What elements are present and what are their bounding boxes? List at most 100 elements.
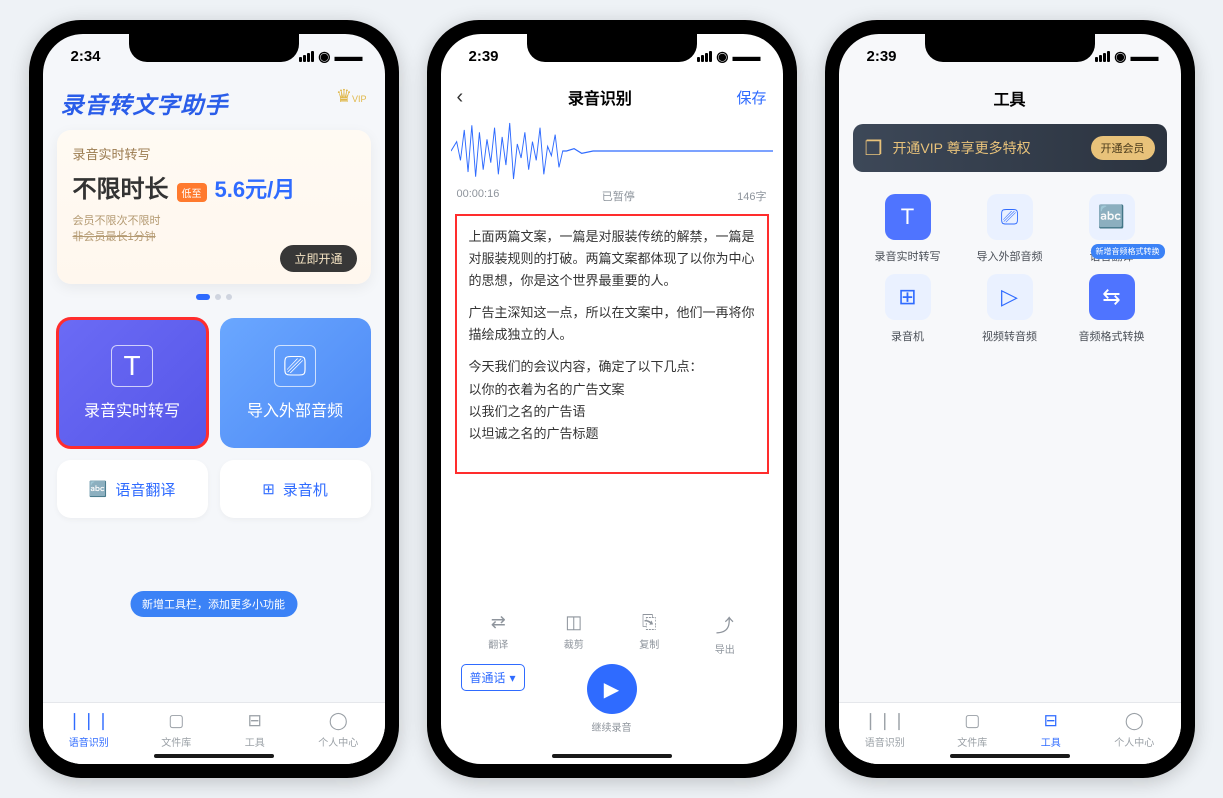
signal-icon <box>1095 51 1110 62</box>
wifi-icon: ◉ <box>318 48 330 65</box>
wifi-icon: ◉ <box>716 48 728 65</box>
tool-video2audio[interactable]: ▷ 视频转音频 <box>963 274 1057 344</box>
signal-icon <box>697 51 712 62</box>
home-indicator[interactable] <box>950 754 1070 758</box>
language-selector[interactable]: 普通话 ▾ <box>461 664 525 691</box>
nav-bar: ‹ 录音识别 保存 <box>441 78 783 116</box>
promo-note2: 非会员最长1分钟 <box>73 231 156 243</box>
action-toolbar: ⇄翻译 ◫裁剪 ⎘复制 ⤴导出 <box>441 604 783 656</box>
time-bar: 00:00:16 已暂停 146字 <box>441 188 783 204</box>
home-indicator[interactable] <box>154 754 274 758</box>
tab-profile[interactable]: ◯个人中心 <box>1114 711 1154 749</box>
transcript-p5: 以我们之名的广告语 <box>469 401 755 423</box>
tab-files[interactable]: ▢文件库 <box>957 711 987 749</box>
phone-recognition: 2:39➤ ◉ ▬▬ ‹ 录音识别 保存 00:00:16 已暂停 146 <box>427 20 797 778</box>
promo-card[interactable]: 录音实时转写 不限时长 低至 5.6元/月 会员不限次不限时 非会员最长1分钟 … <box>57 130 371 284</box>
new-badge: 新增音频格式转换 <box>1091 244 1165 259</box>
battery-icon: ▬▬ <box>335 48 363 64</box>
back-button[interactable]: ‹ <box>457 86 464 109</box>
transcript-p2: 广告主深知这一点，所以在文案中，他们一再将你描绘成独立的人。 <box>469 302 755 346</box>
vip-banner[interactable]: ❐ 开通VIP 尊享更多特权 开通会员 <box>853 124 1167 172</box>
activate-button[interactable]: 立即开通 <box>280 245 356 272</box>
translate-action[interactable]: ⇄翻译 <box>488 612 508 656</box>
tool-audio-convert[interactable]: ⇆ 音频格式转换 <box>1065 274 1159 344</box>
nav-title: 录音识别 <box>568 85 632 109</box>
notch <box>129 34 299 62</box>
profile-icon: ◯ <box>1123 711 1145 731</box>
play-caption: 继续录音 <box>592 719 632 734</box>
tab-files[interactable]: ▢文件库 <box>161 711 191 749</box>
voice-translate-card[interactable]: 🔤 语音翻译 <box>57 460 208 518</box>
copy-icon: ⎘ <box>642 612 656 633</box>
recorder-label: 录音机 <box>283 479 328 500</box>
import-icon: ⎚ <box>987 194 1033 240</box>
tools-icon: ⊟ <box>244 711 266 731</box>
crop-action[interactable]: ◫裁剪 <box>564 612 584 656</box>
import-icon: ⎚ <box>274 345 316 387</box>
translate-icon: ⇄ <box>491 612 506 633</box>
tool-recorder[interactable]: ⊞ 录音机 <box>861 274 955 344</box>
home-indicator[interactable] <box>552 754 672 758</box>
battery-icon: ▬▬ <box>1131 48 1159 64</box>
tab-tools[interactable]: ⊟工具 <box>1040 711 1062 749</box>
phone-home: 2:34➤ ◉ ▬▬ 录音转文字助手 ♛VIP 录音实时转写 不限时长 低至 5… <box>29 20 399 778</box>
new-feature-pill[interactable]: 新增工具栏，添加更多小功能 <box>130 591 297 617</box>
profile-icon: ◯ <box>327 711 349 731</box>
promo-badge: 低至 <box>177 183 207 202</box>
language-label: 普通话 <box>470 669 506 686</box>
page-title: 工具 <box>839 78 1181 118</box>
vip-card-icon: ❐ <box>865 136 883 161</box>
app-title: 录音转文字助手 <box>61 86 229 120</box>
vip-crown-icon[interactable]: ♛VIP <box>336 86 367 107</box>
notch <box>925 34 1095 62</box>
import-label: 导入外部音频 <box>247 397 343 421</box>
export-action[interactable]: ⤴导出 <box>715 612 735 656</box>
save-button[interactable]: 保存 <box>736 87 766 108</box>
transcribe-icon: T <box>111 345 153 387</box>
char-count: 146字 <box>737 188 766 204</box>
recorder-icon: ⊞ <box>885 274 931 320</box>
promo-headline: 不限时长 <box>73 169 169 204</box>
tab-voice[interactable]: ❘❘❘语音识别 <box>865 711 905 749</box>
voice-icon: ❘❘❘ <box>874 711 896 731</box>
realtime-label: 录音实时转写 <box>84 397 180 421</box>
tab-tools[interactable]: ⊟工具 <box>244 711 266 749</box>
tools-icon: ⊟ <box>1040 711 1062 731</box>
folder-icon: ▢ <box>961 711 983 731</box>
status-time: 2:39 <box>469 48 499 65</box>
waveform[interactable] <box>441 116 783 186</box>
tab-profile[interactable]: ◯个人中心 <box>318 711 358 749</box>
promo-note1: 会员不限次不限时 <box>73 215 161 227</box>
realtime-icon: T <box>885 194 931 240</box>
voice-icon: ❘❘❘ <box>78 711 100 731</box>
promo-subtitle: 录音实时转写 <box>73 144 355 163</box>
export-icon: ⤴ <box>716 612 734 638</box>
translate-icon: 🔤 <box>89 480 108 498</box>
phone-tools: 2:39➤ ◉ ▬▬ 工具 ❐ 开通VIP 尊享更多特权 开通会员 T 录音实时… <box>825 20 1195 778</box>
convert-icon: ⇆ <box>1089 274 1135 320</box>
tool-import[interactable]: ⎚ 导入外部音频 <box>963 194 1057 264</box>
realtime-transcribe-card[interactable]: T 录音实时转写 <box>57 318 208 448</box>
tool-translate[interactable]: 🔤 语音翻译 新增音频格式转换 <box>1065 194 1159 264</box>
play-icon: ▶ <box>604 677 619 702</box>
vip-banner-text: 开通VIP 尊享更多特权 <box>892 138 1080 158</box>
status-time: 2:34 <box>71 48 101 65</box>
tab-voice[interactable]: ❘❘❘语音识别 <box>69 711 109 749</box>
wifi-icon: ◉ <box>1114 48 1126 65</box>
transcript-p3: 今天我们的会议内容，确定了以下几点： <box>469 356 755 378</box>
play-status: 已暂停 <box>602 188 635 204</box>
transcript-p6: 以坦诚之名的广告标题 <box>469 423 755 445</box>
folder-icon: ▢ <box>165 711 187 731</box>
translate-icon: 🔤 <box>1089 194 1135 240</box>
notch <box>527 34 697 62</box>
transcript-box[interactable]: 上面两篇文案，一篇是对服装传统的解禁，一篇是对服装规则的打破。两篇文案都体现了以… <box>455 214 769 474</box>
copy-action[interactable]: ⎘复制 <box>639 612 659 656</box>
tool-realtime[interactable]: T 录音实时转写 <box>861 194 955 264</box>
status-time: 2:39 <box>867 48 897 65</box>
recorder-card[interactable]: ⊞ 录音机 <box>220 460 371 518</box>
play-button[interactable]: ▶ <box>587 664 637 714</box>
video-icon: ▷ <box>987 274 1033 320</box>
signal-icon <box>299 51 314 62</box>
vip-activate-button[interactable]: 开通会员 <box>1091 136 1155 160</box>
import-audio-card[interactable]: ⎚ 导入外部音频 <box>220 318 371 448</box>
